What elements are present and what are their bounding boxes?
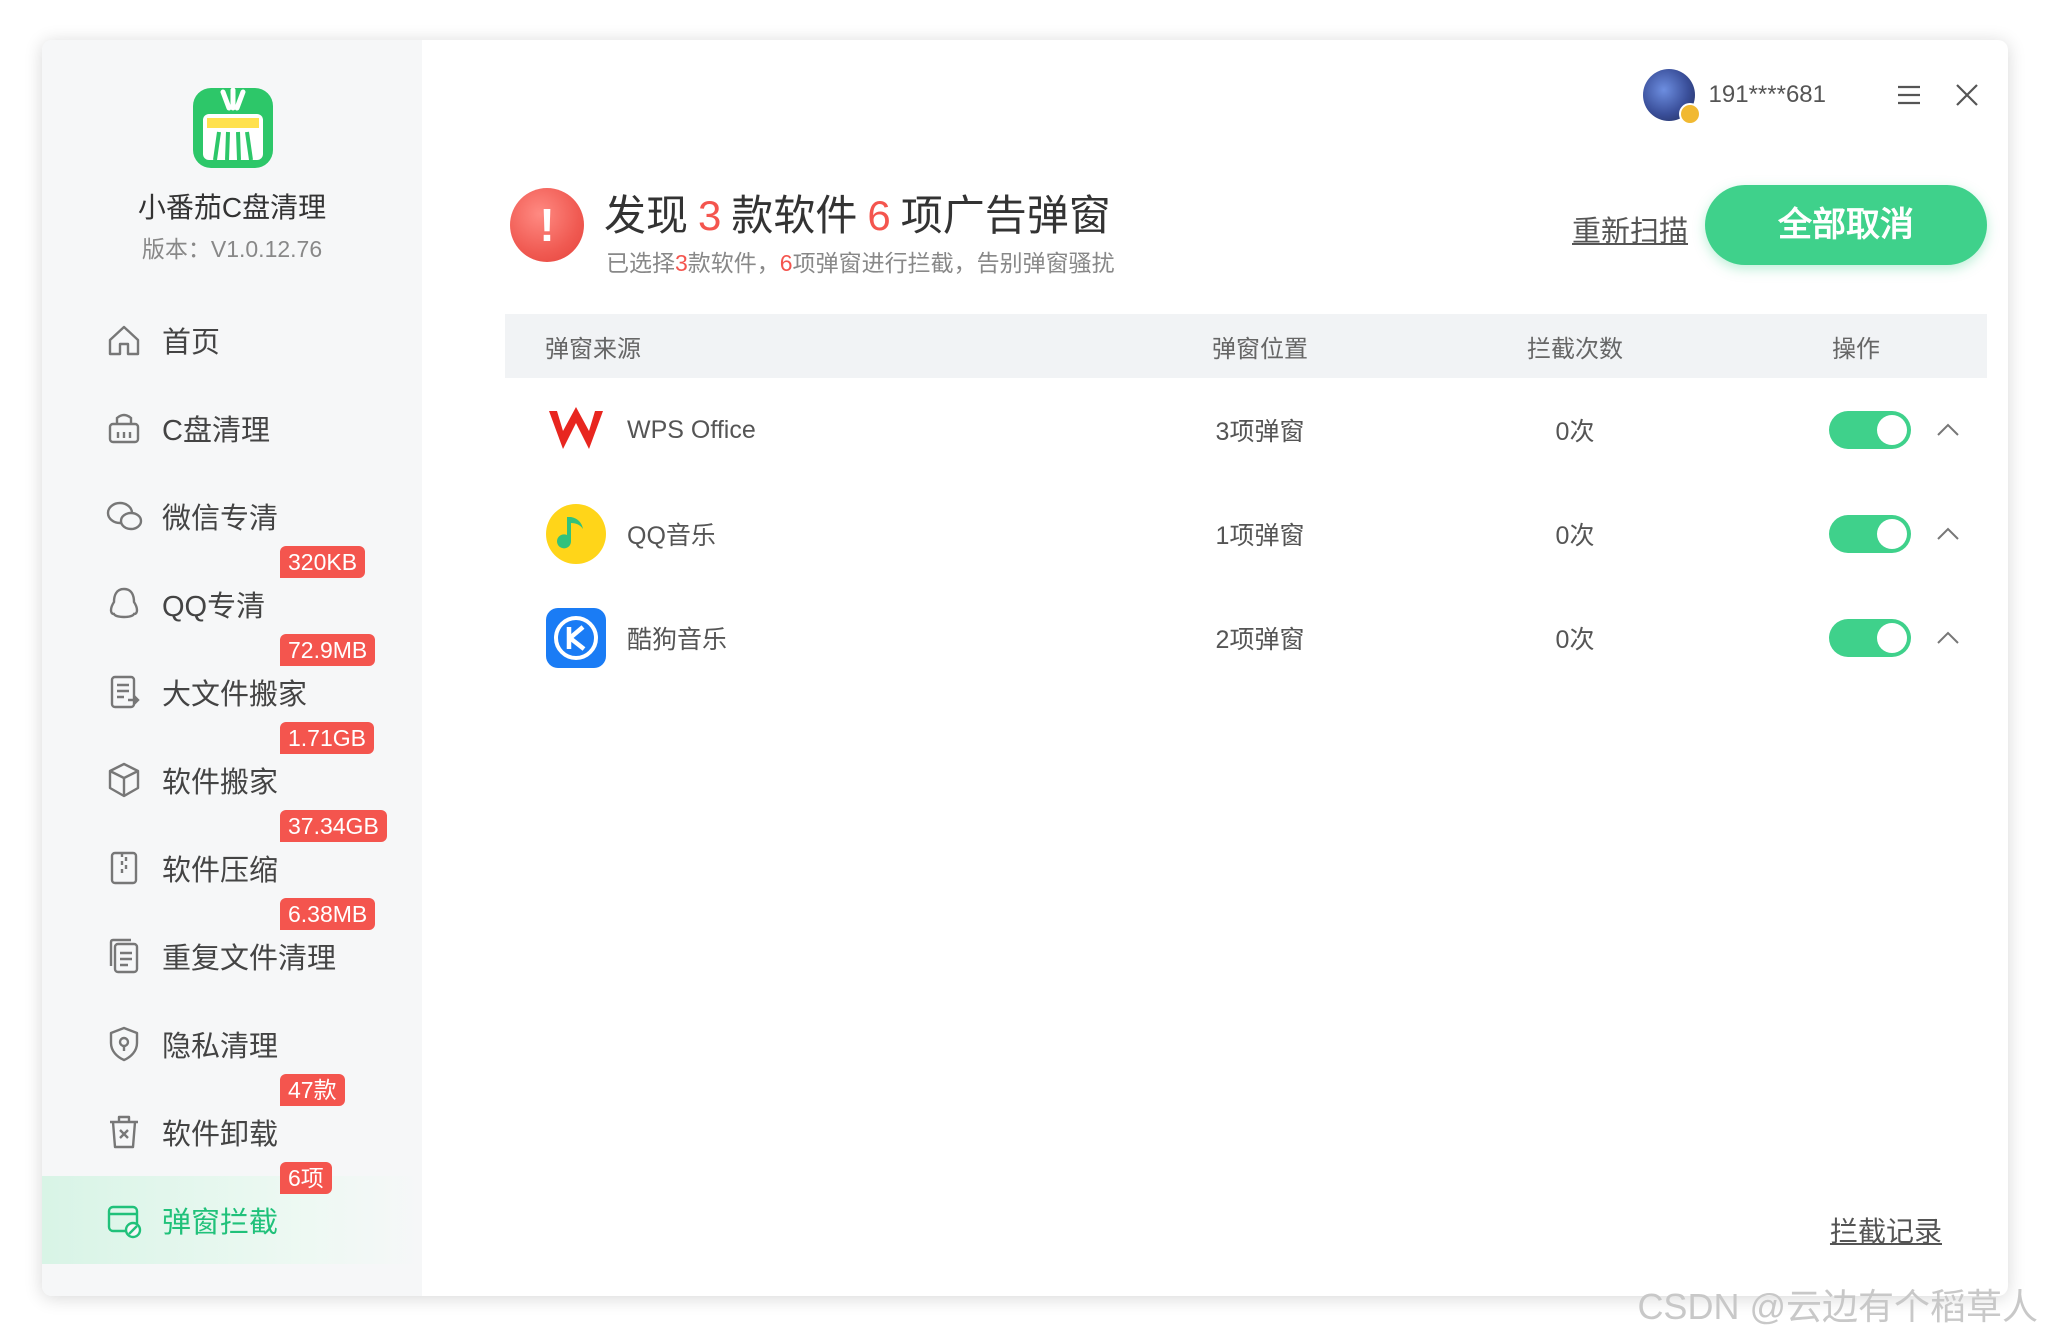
sidebar-item-uninstall[interactable]: 软件卸载 47款 [42,1074,422,1176]
sidebar-nav: 首页 C盘清理 微信专清 QQ专清 320KB 大文件搬家 72.9MB 软件搬… [42,296,422,1264]
column-header-count: 拦截次数 [1527,335,1623,363]
position-cell: 3项弹窗 [1215,418,1305,446]
popup-table: 弹窗来源 弹窗位置 拦截次数 操作 WPS Office 3项弹窗 0次 QQ音… [505,314,1987,690]
size-badge: 320KB [280,546,366,578]
sidebar-item-label: 首页 [162,327,221,359]
sidebar-item-label: 大文件搬家 [162,679,308,711]
warning-icon: ! [510,188,584,262]
page-subtitle: 已选择3款软件，6项弹窗进行拦截，告别弹窗骚扰 [606,244,1115,278]
popup-count: 6 [867,192,891,239]
uninstall-icon [110,1115,138,1149]
sidebar-item-privacy[interactable]: 隐私清理 [42,1000,422,1088]
sidebar-item-label: 软件搬家 [162,767,279,799]
subtitle-middle: 款软件， [687,250,780,276]
sidebar-item-wechat[interactable]: 微信专清 [42,472,422,560]
app-name-cell: 酷狗音乐 [627,626,728,654]
rescan-link[interactable]: 重新扫描 [1572,208,1688,250]
title-suffix: 项广告弹窗 [900,192,1111,239]
toggle-knob [1877,519,1907,549]
sidebar-item-label: 软件卸载 [162,1119,279,1151]
sidebar-item-duplicate[interactable]: 重复文件清理 6.38MB [42,898,422,1000]
column-header-position: 弹窗位置 [1212,335,1308,363]
chevron-up-icon[interactable] [1933,623,1963,653]
page-title: 发现 3 款软件 6 项广告弹窗 [604,182,1111,243]
block-toggle[interactable] [1829,619,1911,657]
table-row: WPS Office 3项弹窗 0次 [505,378,1987,482]
size-badge: 6.38MB [280,898,376,930]
vip-badge-icon [1678,103,1701,125]
subtitle-software-count: 3 [675,250,688,276]
size-badge: 72.9MB [280,634,376,666]
block-toggle[interactable] [1829,515,1911,553]
column-header-action: 操作 [1832,335,1880,363]
wps-icon [549,407,603,449]
app-name: 小番茄C盘清理 [137,192,327,223]
user-phone: 191****681 [1708,81,1826,108]
sidebar-item-label: 软件压缩 [162,855,279,887]
table-row: 酷狗音乐 2项弹窗 0次 [505,586,1987,690]
title-middle: 款软件 [731,192,858,239]
sidebar-item-c-clean[interactable]: C盘清理 [42,384,422,472]
cancel-all-button[interactable]: 全部取消 [1705,185,1987,265]
shield-icon [109,1026,139,1062]
zip-file-icon [110,851,138,885]
subtitle-prefix: 已选择 [606,250,675,276]
home-icon [108,325,140,356]
watermark: CSDN @云边有个稻草人 [1637,1286,2038,1327]
avatar[interactable] [1642,69,1701,125]
count-cell: 0次 [1555,418,1595,446]
software-count: 3 [698,192,722,239]
kugou-icon [546,608,606,668]
menu-icon[interactable] [1894,80,1924,110]
duplicate-file-icon [109,938,139,974]
app-version: 版本：V1.0.12.76 [141,236,323,262]
subtitle-popup-count: 6 [779,250,793,276]
app-name-cell: WPS Office [627,415,756,444]
sidebar-item-label: 弹窗拦截 [162,1207,279,1239]
main-panel: 191****681 ! 发现 3 款软件 6 项广告弹窗 已选择3款软件，6项弹窗进行… [422,40,2008,1296]
count-badge: 47款 [280,1074,345,1106]
basket-icon [108,413,140,444]
sidebar-item-label: 隐私清理 [162,1031,279,1063]
close-icon[interactable] [1952,80,1982,110]
box-icon [108,762,140,798]
sidebar-item-label: C盘清理 [162,415,270,447]
count-cell: 0次 [1555,522,1595,550]
sidebar-item-label: QQ专清 [162,591,266,623]
file-move-icon [110,675,140,709]
app-window: 小番茄C盘清理 版本：V1.0.12.76 首页 C盘清理 微信专清 QQ专清 … [42,40,2008,1296]
qq-music-icon [546,504,606,564]
block-records-link[interactable]: 拦截记录 [1830,1210,1942,1250]
column-header-source: 弹窗来源 [545,335,641,363]
toggle-knob [1877,415,1907,445]
block-toggle[interactable] [1829,411,1911,449]
count-badge: 6项 [280,1162,332,1194]
subtitle-suffix: 项弹窗进行拦截，告别弹窗骚扰 [792,250,1115,276]
sidebar-item-label: 微信专清 [162,503,279,535]
count-cell: 0次 [1555,626,1595,654]
chevron-up-icon[interactable] [1933,519,1963,549]
qq-icon [109,587,139,619]
chevron-up-icon[interactable] [1933,415,1963,445]
sidebar-item-label: 重复文件清理 [162,943,337,975]
title-prefix: 发现 [604,192,689,239]
size-badge: 1.71GB [280,722,374,754]
table-header: 弹窗来源 弹窗位置 拦截次数 操作 [505,314,1987,378]
sidebar: 小番茄C盘清理 版本：V1.0.12.76 首页 C盘清理 微信专清 QQ专清 … [42,40,422,1296]
size-badge: 37.34GB [280,810,387,842]
app-name-cell: QQ音乐 [627,522,716,550]
app-logo [193,88,273,168]
wechat-icon [106,501,143,531]
toggle-knob [1877,623,1907,653]
sidebar-item-home[interactable]: 首页 [42,296,422,384]
position-cell: 1项弹窗 [1215,522,1305,550]
table-row: QQ音乐 1项弹窗 0次 [505,482,1987,586]
title-bar: 191****681 [1642,60,1982,130]
popup-block-icon [107,1205,142,1239]
position-cell: 2项弹窗 [1215,626,1305,654]
sidebar-item-popup-block[interactable]: 弹窗拦截 6项 [42,1162,422,1264]
